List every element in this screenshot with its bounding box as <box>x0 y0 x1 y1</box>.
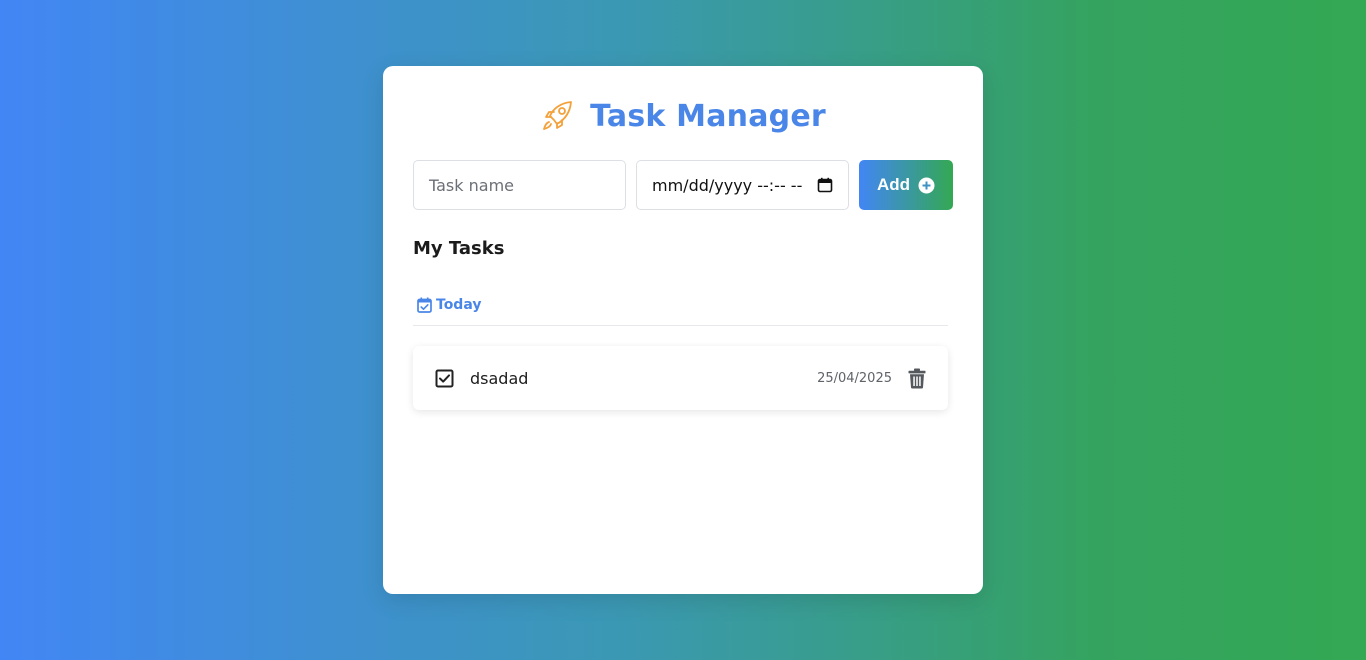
task-name-input[interactable]: Task name <box>413 160 626 210</box>
my-tasks-heading: My Tasks <box>413 238 505 259</box>
trash-icon[interactable] <box>908 368 926 389</box>
task-name-placeholder: Task name <box>429 175 514 195</box>
task-manager-card: Task Manager Task name mm/dd/yyyy --:-- … <box>383 66 983 594</box>
add-button-label: Add <box>876 175 911 194</box>
group-label: Today <box>436 297 482 313</box>
app-title: Task Manager <box>590 98 826 134</box>
task-date-placeholder: mm/dd/yyyy --:-- -- <box>652 175 803 195</box>
app-header: Task Manager <box>383 96 983 136</box>
calendar-check-icon <box>417 297 432 313</box>
task-date: 25/04/2025 <box>817 370 892 386</box>
task-name: dsadad <box>470 368 529 388</box>
group-header-today: Today <box>413 294 948 326</box>
calendar-icon[interactable] <box>817 177 833 193</box>
rocket-icon <box>540 98 576 134</box>
add-task-form: Task name mm/dd/yyyy --:-- -- Add <box>413 160 953 210</box>
task-item: dsadad 25/04/2025 <box>413 346 948 410</box>
task-date-input[interactable]: mm/dd/yyyy --:-- -- <box>636 160 849 210</box>
checkbox-checked-icon[interactable] <box>435 369 454 388</box>
plus-circle-icon <box>918 177 935 194</box>
add-task-button[interactable]: Add <box>859 160 953 210</box>
